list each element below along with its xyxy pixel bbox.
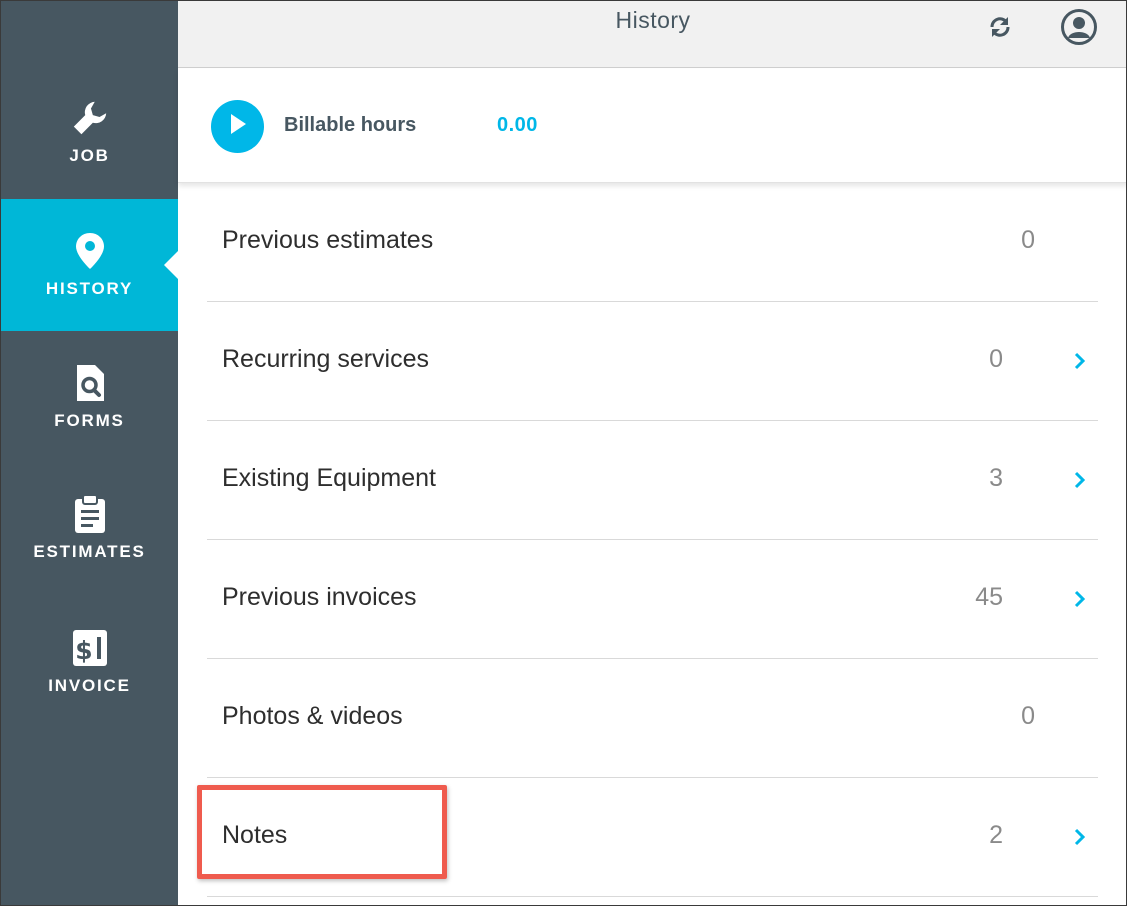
list-item-count: 2 <box>989 821 1003 849</box>
billable-hours-bar: Billable hours 0.00 <box>178 69 1126 183</box>
billable-hours-value: 0.00 <box>497 114 538 136</box>
list-item-count: 0 <box>989 345 1003 373</box>
list-item-label: Notes <box>222 821 288 849</box>
sync-button[interactable] <box>980 9 1020 49</box>
sidebar-item-invoice[interactable]: $ INVOICE <box>1 596 178 728</box>
sidebar-item-label: INVOICE <box>48 676 131 695</box>
user-avatar-icon <box>1060 8 1098 51</box>
chevron-right-icon <box>1070 825 1090 849</box>
list-item-count: 0 <box>1021 226 1035 254</box>
list-item-count: 45 <box>975 583 1003 611</box>
profile-button[interactable] <box>1059 8 1099 51</box>
sidebar-item-label: JOB <box>69 146 110 165</box>
play-icon <box>228 113 248 140</box>
sidebar-item-label: ESTIMATES <box>33 542 146 561</box>
list-item-count: 0 <box>1021 702 1035 730</box>
list-item-label: Existing Equipment <box>222 464 437 492</box>
sidebar: JOB HISTORY FORMS ESTIMATES $ INVOICE <box>1 1 178 905</box>
sidebar-item-forms[interactable]: FORMS <box>1 331 178 463</box>
location-pin-icon <box>70 231 110 271</box>
start-timer-button[interactable] <box>211 100 264 153</box>
list-item-photos-videos[interactable]: Photos & videos 0 <box>207 659 1098 778</box>
history-list: Previous estimates 0 Recurring services … <box>207 183 1098 897</box>
list-item-recurring-services[interactable]: Recurring services 0 <box>207 302 1098 421</box>
list-item-label: Photos & videos <box>222 702 403 730</box>
list-item-label: Previous estimates <box>222 226 434 254</box>
chevron-right-icon <box>1070 587 1090 611</box>
document-search-icon <box>70 363 110 403</box>
billable-hours-label: Billable hours <box>284 114 417 136</box>
list-item-previous-invoices[interactable]: Previous invoices 45 <box>207 540 1098 659</box>
top-header: History <box>178 1 1126 68</box>
wrench-icon <box>70 98 110 138</box>
list-item-label: Previous invoices <box>222 583 417 611</box>
sidebar-item-label: FORMS <box>54 411 125 430</box>
svg-text:$: $ <box>75 636 92 665</box>
sidebar-item-estimates[interactable]: ESTIMATES <box>1 462 178 594</box>
clipboard-icon <box>70 494 110 534</box>
sidebar-item-history[interactable]: HISTORY <box>1 199 178 331</box>
list-item-count: 3 <box>989 464 1003 492</box>
sync-icon <box>985 12 1015 47</box>
invoice-dollar-icon: $ <box>70 628 110 668</box>
chevron-right-icon <box>1070 468 1090 492</box>
sidebar-item-label: HISTORY <box>45 279 134 298</box>
sidebar-item-job[interactable]: JOB <box>1 66 178 198</box>
chevron-right-icon <box>1070 349 1090 373</box>
list-item-label: Recurring services <box>222 345 430 373</box>
list-item-notes[interactable]: Notes 2 <box>207 778 1098 897</box>
list-item-existing-equipment[interactable]: Existing Equipment 3 <box>207 421 1098 540</box>
app-frame: JOB HISTORY FORMS ESTIMATES $ INVOICE Hi… <box>0 0 1127 906</box>
list-item-previous-estimates[interactable]: Previous estimates 0 <box>207 183 1098 302</box>
